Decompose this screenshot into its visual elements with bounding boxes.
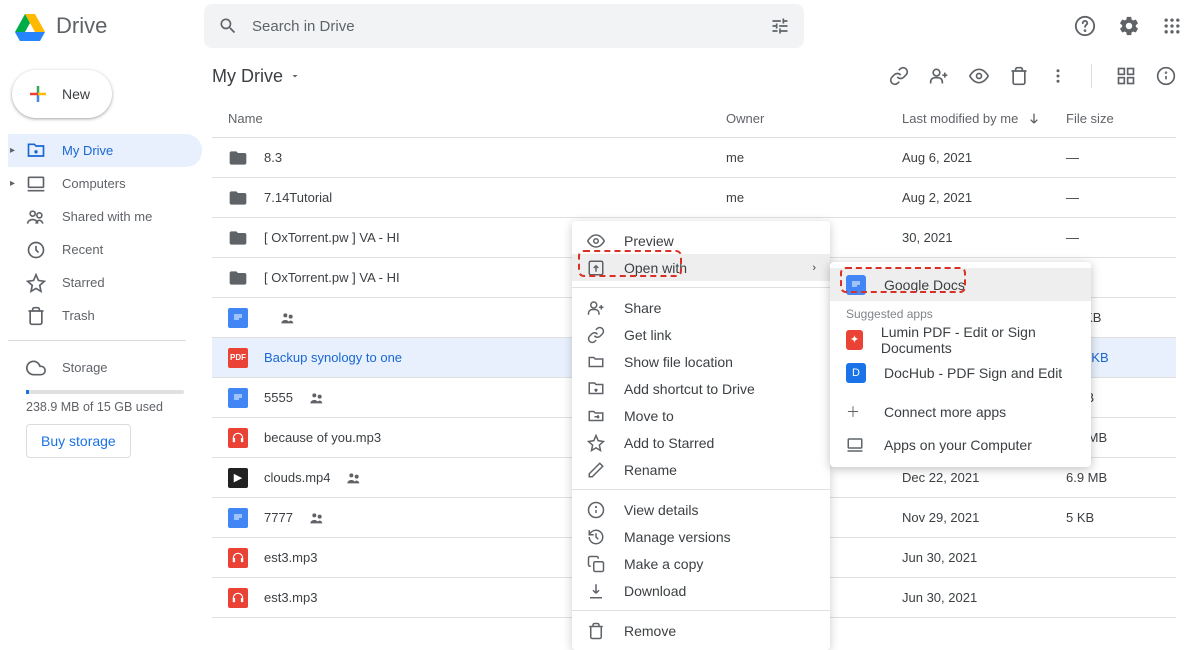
submenu-google-docs[interactable]: Google Docs <box>830 268 1091 301</box>
menu-view-details[interactable]: View details <box>572 496 830 523</box>
open-with-submenu: Google Docs Suggested apps ✦ Lumin PDF -… <box>830 262 1091 467</box>
arrow-down-icon <box>1026 111 1042 127</box>
submenu-lumin[interactable]: ✦ Lumin PDF - Edit or Sign Documents <box>830 323 1091 356</box>
search-placeholder: Search in Drive <box>252 18 756 35</box>
menu-open-with[interactable]: Open with› <box>572 254 830 281</box>
grid-view-icon[interactable] <box>1116 66 1136 86</box>
new-label: New <box>62 86 90 102</box>
menu-show-file-location[interactable]: Show file location <box>572 348 830 375</box>
sidebar-item-starred[interactable]: Starred <box>8 266 202 299</box>
toolbar-icons <box>889 64 1176 88</box>
menu-add-shortcut-to-drive[interactable]: Add shortcut to Drive <box>572 375 830 402</box>
menu-preview[interactable]: Preview <box>572 227 830 254</box>
dochub-icon: D <box>846 363 866 383</box>
menu-manage-versions[interactable]: Manage versions <box>572 523 830 550</box>
submenu-connect-more[interactable]: ＋ Connect more apps <box>830 395 1091 428</box>
menu-get-link[interactable]: Get link <box>572 321 830 348</box>
toolbar: My Drive <box>212 52 1176 100</box>
sidebar-item-computers[interactable]: ▸Computers <box>8 167 202 200</box>
sidebar-item-recent[interactable]: Recent <box>8 233 202 266</box>
sidebar-item-shared-with-me[interactable]: Shared with me <box>8 200 202 233</box>
storage-text: 238.9 MB of 15 GB used <box>8 400 202 414</box>
sidebar-item-trash[interactable]: Trash <box>8 299 202 332</box>
suggested-apps-label: Suggested apps <box>830 301 1091 323</box>
buy-storage-button[interactable]: Buy storage <box>26 424 131 458</box>
table-row[interactable]: 7.14TutorialmeAug 2, 2021— <box>212 178 1176 218</box>
more-vert-icon[interactable] <box>1049 67 1067 85</box>
apps-icon[interactable] <box>1162 16 1182 36</box>
new-button[interactable]: New <box>12 70 112 118</box>
help-icon[interactable] <box>1074 15 1096 37</box>
gear-icon[interactable] <box>1118 15 1140 37</box>
storage-bar <box>26 390 184 394</box>
tune-icon[interactable] <box>770 16 790 36</box>
logo-text: Drive <box>56 13 107 39</box>
menu-rename[interactable]: Rename <box>572 456 830 483</box>
path-label: My Drive <box>212 66 283 87</box>
menu-move-to[interactable]: Move to <box>572 402 830 429</box>
plus-icon: ＋ <box>846 402 866 422</box>
storage-label: Storage <box>62 360 108 375</box>
header-actions <box>1074 15 1188 37</box>
columns-header: Name Owner Last modified by me File size <box>212 100 1176 138</box>
sidebar: New ▸My Drive▸ComputersShared with meRec… <box>0 52 202 582</box>
menu-download[interactable]: Download <box>572 577 830 604</box>
col-size[interactable]: File size <box>1066 111 1176 126</box>
search-input[interactable]: Search in Drive <box>204 4 804 48</box>
submenu-dochub[interactable]: D DocHub - PDF Sign and Edit <box>830 356 1091 389</box>
info-icon[interactable] <box>1156 66 1176 86</box>
breadcrumb[interactable]: My Drive <box>212 66 301 87</box>
cloud-icon <box>26 358 46 378</box>
docs-icon <box>846 275 866 295</box>
person-add-icon[interactable] <box>929 66 949 86</box>
laptop-icon <box>846 436 866 454</box>
menu-remove[interactable]: Remove <box>572 617 830 644</box>
search-icon <box>218 16 238 36</box>
col-name[interactable]: Name <box>212 111 726 126</box>
sidebar-item-my-drive[interactable]: ▸My Drive <box>8 134 202 167</box>
plus-icon <box>26 82 50 106</box>
lumin-icon: ✦ <box>846 330 863 350</box>
eye-icon[interactable] <box>969 66 989 86</box>
header: Drive Search in Drive <box>0 0 1200 52</box>
logo[interactable]: Drive <box>12 8 204 44</box>
col-owner[interactable]: Owner <box>726 111 902 126</box>
chevron-down-icon <box>289 70 301 82</box>
trash-icon[interactable] <box>1009 66 1029 86</box>
context-menu: PreviewOpen with› ShareGet linkShow file … <box>572 221 830 650</box>
menu-make-a-copy[interactable]: Make a copy <box>572 550 830 577</box>
submenu-apps-computer[interactable]: Apps on your Computer <box>830 428 1091 461</box>
main: My Drive Name Owner Last modified by me <box>202 52 1200 582</box>
link-icon[interactable] <box>889 66 909 86</box>
menu-add-to-starred[interactable]: Add to Starred <box>572 429 830 456</box>
table-row[interactable]: 8.3meAug 6, 2021— <box>212 138 1176 178</box>
drive-logo-icon <box>12 8 48 44</box>
sidebar-item-storage[interactable]: Storage <box>8 351 202 384</box>
col-modified[interactable]: Last modified by me <box>902 111 1066 127</box>
menu-share[interactable]: Share <box>572 294 830 321</box>
